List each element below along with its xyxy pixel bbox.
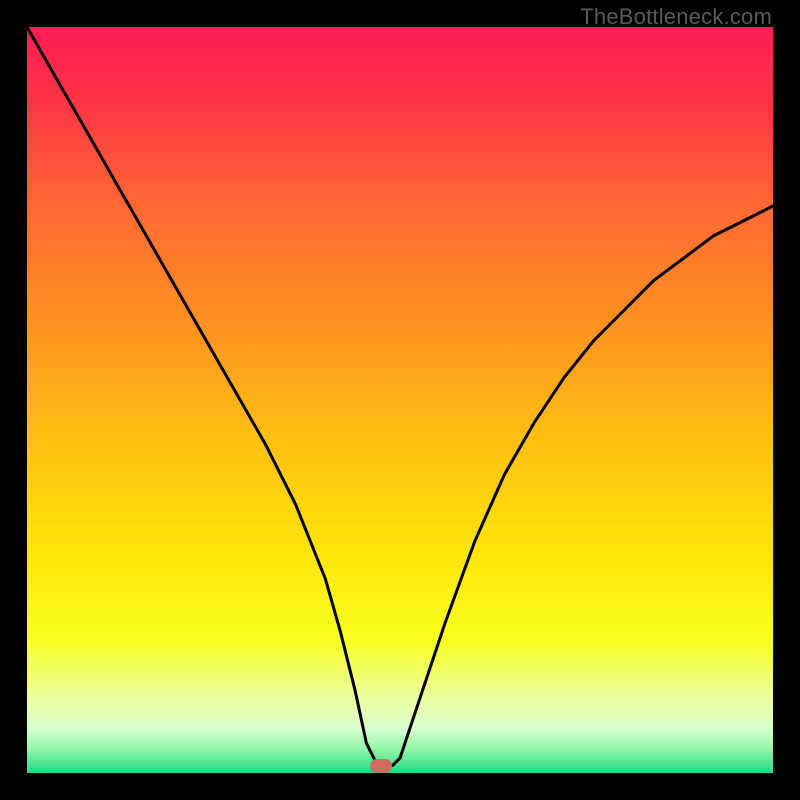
curve-path [27,27,773,766]
optimal-point-marker [370,759,392,773]
plot-area [27,27,773,773]
bottleneck-curve [27,27,773,773]
chart-frame: TheBottleneck.com [0,0,800,800]
watermark-text: TheBottleneck.com [580,4,772,30]
